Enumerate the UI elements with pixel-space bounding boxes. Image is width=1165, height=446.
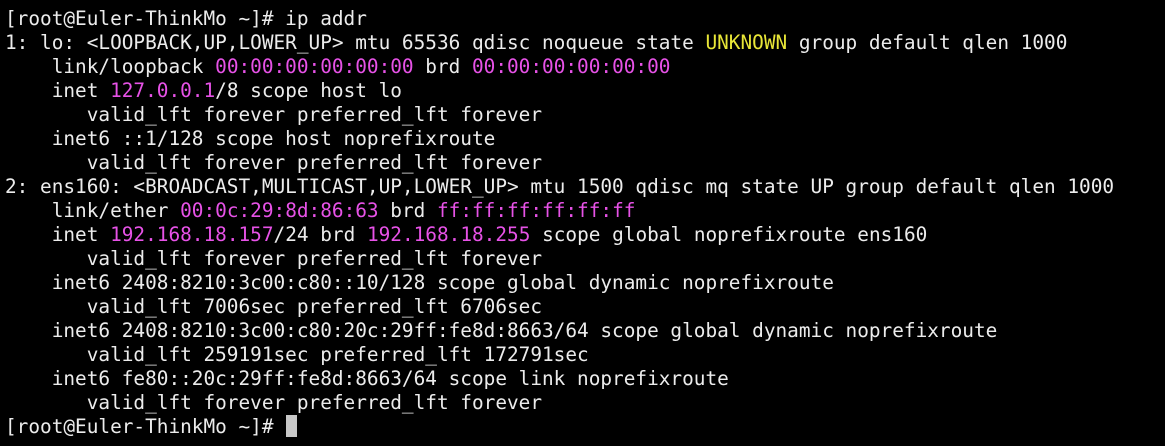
terminal-text: valid_lft 259191sec preferred_lft 172791… [5, 343, 589, 366]
output-line: 1: lo: <LOOPBACK,UP,LOWER_UP> mtu 65536 … [5, 31, 1165, 55]
highlighted-value: 00:0c:29:8d:86:63 [180, 199, 379, 222]
output-line: inet 192.168.18.157/24 brd 192.168.18.25… [5, 223, 1165, 247]
output-line: inet 127.0.0.1/8 scope host lo [5, 79, 1165, 103]
terminal-text: /24 brd [273, 223, 367, 246]
output-line: link/ether 00:0c:29:8d:86:63 brd ff:ff:f… [5, 199, 1165, 223]
output-line: valid_lft forever preferred_lft forever [5, 391, 1165, 415]
terminal-text: inet6 2408:8210:3c00:c80::10/128 scope g… [5, 271, 834, 294]
highlighted-value: UNKNOWN [705, 31, 788, 54]
output-line: link/loopback 00:00:00:00:00:00 brd 00:0… [5, 55, 1165, 79]
prompt-line: [root@Euler-ThinkMo ~]# [5, 415, 1165, 439]
highlighted-value: 00:00:00:00:00:00 [471, 55, 671, 78]
terminal-text: link/loopback [5, 55, 216, 78]
terminal-text: valid_lft forever preferred_lft forever [5, 391, 543, 414]
output-line: inet6 2408:8210:3c00:c80:20c:29ff:fe8d:8… [5, 319, 1165, 343]
terminal-text: valid_lft forever preferred_lft forever [5, 103, 543, 126]
terminal-text: brd [413, 55, 472, 78]
terminal-text: inet6 ::1/128 scope host noprefixroute [5, 127, 496, 150]
output-line: valid_lft forever preferred_lft forever [5, 151, 1165, 175]
output-line: valid_lft forever preferred_lft forever [5, 247, 1165, 271]
highlighted-value: 127.0.0.1 [110, 79, 216, 102]
prompt-line: [root@Euler-ThinkMo ~]# ip addr [5, 7, 1165, 31]
highlighted-value: ff:ff:ff:ff:ff:ff [436, 199, 636, 222]
terminal-text: inet6 2408:8210:3c00:c80:20c:29ff:fe8d:8… [5, 319, 998, 342]
terminal-text: brd [378, 199, 437, 222]
highlighted-value: 00:00:00:00:00:00 [215, 55, 414, 78]
output-line: valid_lft 259191sec preferred_lft 172791… [5, 343, 1165, 367]
highlighted-value: 192.168.18.157 [110, 223, 274, 246]
terminal-text: 2: ens160: <BROADCAST,MULTICAST,UP,LOWER… [5, 175, 1115, 198]
text-cursor [286, 415, 298, 437]
terminal-text: inet [5, 79, 111, 102]
terminal-text: valid_lft forever preferred_lft forever [5, 151, 543, 174]
terminal-text: valid_lft forever preferred_lft forever [5, 247, 543, 270]
terminal-text: inet [5, 223, 111, 246]
terminal-text: link/ether [5, 199, 181, 222]
output-line: inet6 fe80::20c:29ff:fe8d:8663/64 scope … [5, 367, 1165, 391]
terminal-text: [root@Euler-ThinkMo ~]# ip addr [5, 7, 367, 30]
output-line: inet6 ::1/128 scope host noprefixroute [5, 127, 1165, 151]
terminal-text: scope global noprefixroute ens160 [530, 223, 928, 246]
highlighted-value: 192.168.18.255 [366, 223, 531, 246]
terminal-text: /8 scope host lo [215, 79, 402, 102]
output-line: inet6 2408:8210:3c00:c80::10/128 scope g… [5, 271, 1165, 295]
terminal-text: valid_lft 7006sec preferred_lft 6706sec [5, 295, 543, 318]
terminal-text: [root@Euler-ThinkMo ~]# [5, 415, 286, 438]
output-line: valid_lft 7006sec preferred_lft 6706sec [5, 295, 1165, 319]
output-line: valid_lft forever preferred_lft forever [5, 103, 1165, 127]
terminal-window[interactable]: [root@Euler-ThinkMo ~]# ip addr 1: lo: <L… [0, 0, 1165, 446]
output-line: 2: ens160: <BROADCAST,MULTICAST,UP,LOWER… [5, 175, 1165, 199]
terminal-text: group default qlen 1000 [787, 31, 1068, 54]
terminal-text: 1: lo: <LOOPBACK,UP,LOWER_UP> mtu 65536 … [5, 31, 706, 54]
terminal-text: inet6 fe80::20c:29ff:fe8d:8663/64 scope … [5, 367, 729, 390]
